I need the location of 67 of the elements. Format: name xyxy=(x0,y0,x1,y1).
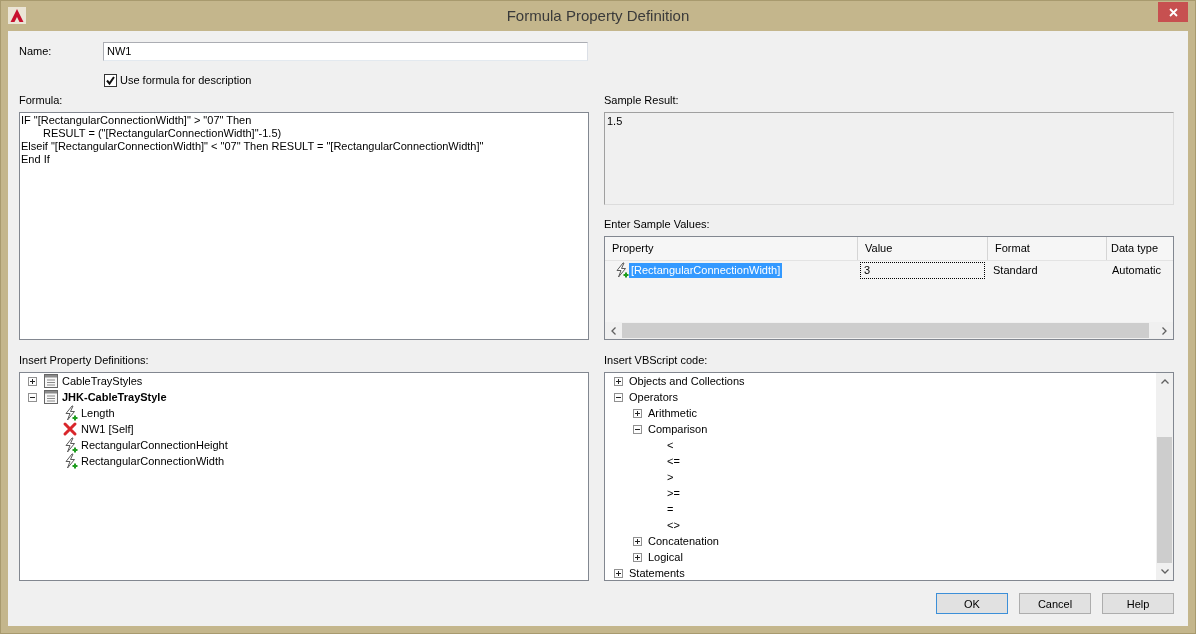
tree-item[interactable]: Concatenation xyxy=(647,533,720,549)
name-field[interactable]: NW1 xyxy=(103,42,588,61)
chevron-right-icon xyxy=(1162,326,1167,335)
column-header[interactable]: Value xyxy=(858,237,988,260)
format-value: Standard xyxy=(992,262,1039,278)
formula-field[interactable]: IF "[RectangularConnectionWidth]" > "07" Then RESULT = ("[RectangularConnectionWidth]"-1.5) Elseif "[RectangularConnectionWidth]" < "07" Then RESULT = "[RectangularConnectionWidth]" End If xyxy=(19,112,589,340)
horizontal-scrollbar[interactable] xyxy=(605,322,1173,339)
cross-icon xyxy=(62,421,78,437)
tree-item[interactable]: CableTrayStyles xyxy=(61,373,144,389)
tree-item[interactable]: Length xyxy=(80,405,116,421)
tree-item[interactable]: Statements xyxy=(628,565,686,580)
scrollbar-thumb[interactable] xyxy=(622,323,1149,338)
scrollbar-thumb[interactable] xyxy=(1157,437,1172,563)
tree-item[interactable]: <= xyxy=(666,453,681,469)
expand-icon[interactable] xyxy=(632,408,642,418)
tree-item[interactable]: <> xyxy=(666,517,681,533)
tree-item[interactable]: Operators xyxy=(628,389,679,405)
expand-icon[interactable] xyxy=(632,536,642,546)
close-icon xyxy=(1168,7,1178,17)
table-icon xyxy=(43,389,59,405)
lightning-plus-icon xyxy=(62,437,78,453)
sample-result-field: 1.5 xyxy=(604,112,1174,205)
tree-item[interactable]: RectangularConnectionHeight xyxy=(80,437,229,453)
column-header[interactable]: Format xyxy=(988,237,1107,260)
chevron-up-icon xyxy=(1160,379,1169,384)
column-header[interactable]: Property xyxy=(605,237,858,260)
expand-icon[interactable] xyxy=(613,568,623,578)
chevron-left-icon xyxy=(611,326,616,335)
expand-icon[interactable] xyxy=(27,376,37,386)
tree-item[interactable]: NW1 [Self] xyxy=(80,421,135,437)
chevron-down-icon xyxy=(1160,569,1169,574)
lightning-plus-icon xyxy=(62,453,78,469)
column-header[interactable]: Data type xyxy=(1107,237,1173,260)
tree-item[interactable]: Arithmetic xyxy=(647,405,698,421)
vertical-scrollbar[interactable] xyxy=(1156,373,1173,580)
collapse-icon[interactable] xyxy=(613,392,623,402)
app-logo-icon xyxy=(8,7,26,24)
sample-values-label: Enter Sample Values: xyxy=(604,218,710,231)
dialog-button[interactable]: Cancel xyxy=(1019,593,1091,614)
property-definitions-label: Insert Property Definitions: xyxy=(19,354,149,367)
close-button[interactable] xyxy=(1158,2,1188,22)
formula-label: Formula: xyxy=(19,94,63,107)
sample-value[interactable]: 3 xyxy=(860,261,985,279)
tree-item[interactable]: JHK-CableTrayStyle xyxy=(61,389,168,405)
tree-item[interactable]: > xyxy=(666,469,675,485)
tree-item[interactable]: Logical xyxy=(647,549,684,565)
expand-icon[interactable] xyxy=(613,376,623,386)
property-name: [RectangularConnectionWidth] xyxy=(629,262,783,278)
collapse-icon[interactable] xyxy=(27,392,37,402)
checkbox-label[interactable]: Use formula for description xyxy=(120,73,252,87)
tree-item[interactable]: < xyxy=(666,437,675,453)
tree-item[interactable]: >= xyxy=(666,485,681,501)
dialog-button[interactable]: Help xyxy=(1102,593,1174,614)
checkbox[interactable] xyxy=(104,73,117,87)
expand-icon[interactable] xyxy=(632,552,642,562)
collapse-icon[interactable] xyxy=(632,424,642,434)
sample-result-label: Sample Result: xyxy=(604,94,679,107)
tree-item[interactable]: Objects and Collections xyxy=(628,373,746,389)
window-title: Formula Property Definition xyxy=(506,6,690,26)
tree-item[interactable]: RectangularConnectionWidth xyxy=(80,453,226,469)
tree-item[interactable]: = xyxy=(666,501,675,517)
vbscript-code-label: Insert VBScript code: xyxy=(604,354,708,367)
name-label: Name: xyxy=(19,45,52,58)
lightning-plus-icon xyxy=(62,405,78,421)
data-type-value: Automatic xyxy=(1111,262,1162,278)
dialog-button[interactable]: OK xyxy=(936,593,1008,614)
tree-item[interactable]: Comparison xyxy=(647,421,709,437)
